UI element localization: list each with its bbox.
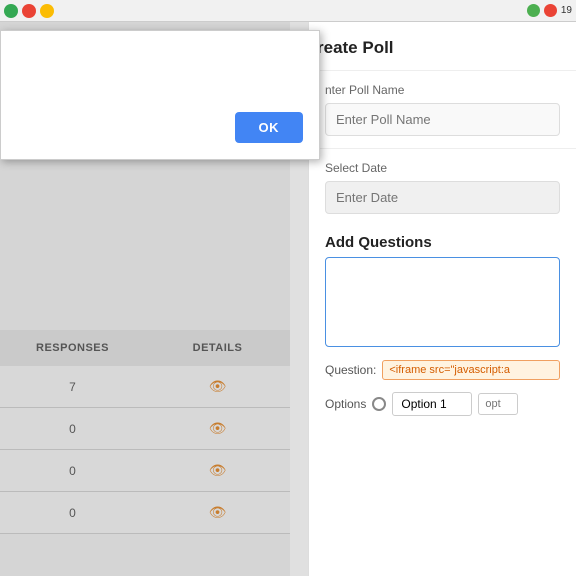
date-label: Select Date [325, 161, 560, 175]
question-textarea[interactable] [325, 257, 560, 347]
question-row: Question: <iframe src="javascript:a [309, 352, 576, 388]
create-poll-title: reate Poll [309, 22, 576, 71]
col-header-responses: RESPONSES [0, 342, 145, 354]
tab-number-badge: 19 [561, 5, 572, 16]
date-input[interactable] [325, 181, 560, 214]
options-key: Options [325, 397, 366, 411]
browser-icon-red [22, 4, 36, 18]
table-row: 0 👁 [0, 492, 290, 534]
option1-input[interactable] [392, 392, 472, 416]
cell-responses: 0 [0, 422, 145, 436]
cell-responses: 7 [0, 380, 145, 394]
create-poll-panel: reate Poll nter Poll Name Select Date Ad… [308, 22, 576, 576]
poll-name-label: nter Poll Name [325, 83, 560, 97]
tab-icon-2 [544, 4, 557, 17]
tab-icon-1 [527, 4, 540, 17]
cell-details[interactable]: 👁 [145, 504, 290, 521]
ok-button[interactable]: OK [235, 112, 304, 143]
option1-radio[interactable] [372, 397, 386, 411]
table-body: 7 👁 0 👁 0 👁 0 👁 [0, 366, 290, 534]
table-header: RESPONSES DETAILS [0, 330, 290, 366]
question-value: <iframe src="javascript:a [382, 360, 560, 380]
poll-name-section: nter Poll Name [309, 71, 576, 148]
table-row: 0 👁 [0, 408, 290, 450]
col-header-details: DETAILS [145, 342, 290, 354]
table-row: 7 👁 [0, 366, 290, 408]
eye-icon[interactable]: 👁 [209, 420, 227, 436]
eye-icon[interactable]: 👁 [209, 462, 227, 478]
browser-icon-orange [40, 4, 54, 18]
table-row: 0 👁 [0, 450, 290, 492]
question-key: Question: [325, 363, 376, 377]
cell-details[interactable]: 👁 [145, 378, 290, 395]
browser-bar: 19 [0, 0, 576, 22]
browser-icon-green [4, 4, 18, 18]
poll-name-input[interactable] [325, 103, 560, 136]
option2-input[interactable] [478, 393, 518, 415]
options-row: Options [309, 388, 576, 420]
cell-details[interactable]: 👁 [145, 420, 290, 437]
cell-responses: 0 [0, 506, 145, 520]
eye-icon[interactable]: 👁 [209, 504, 227, 520]
cell-details[interactable]: 👁 [145, 462, 290, 479]
add-questions-label: Add Questions [309, 226, 576, 257]
eye-icon[interactable]: 👁 [209, 378, 227, 394]
date-section: Select Date [309, 149, 576, 226]
alert-dialog: OK [0, 30, 320, 160]
cell-responses: 0 [0, 464, 145, 478]
